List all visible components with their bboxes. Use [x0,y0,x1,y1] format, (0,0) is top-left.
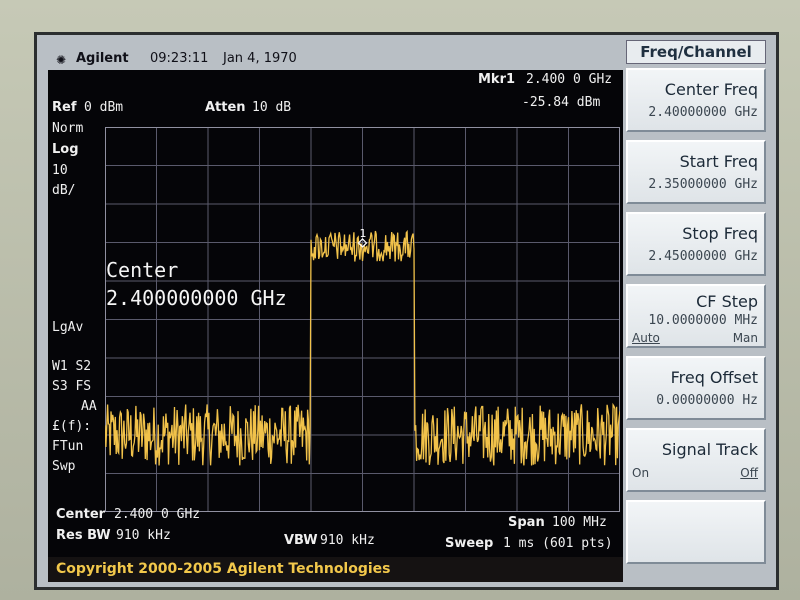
footer-sweep-label: Sweep [445,536,494,551]
clock-time: 09:23:11 [150,51,209,66]
footer-resbw-value: 910 kHz [116,528,171,543]
spectrum-display: Ref 0 dBm Atten 10 dB Mkr1 2.400 0 GHz -… [48,70,623,557]
cf-step-auto-option: Auto [632,331,660,345]
blank-softkey[interactable] [626,500,766,564]
start-freq-softkey[interactable]: Start Freq 2.35000000 GHz [626,140,766,204]
stop-freq-value: 2.45000000 GHz [648,249,758,264]
footer-vbw-label: VBW [284,533,318,548]
cf-step-man-option: Man [732,331,758,345]
averaging-lgav: LgAv [52,320,84,335]
center-annotation-value: 2.400000000 GHz [106,286,287,310]
scale-value: 10 [52,163,68,178]
trace-aa: AA [81,399,97,414]
menu-title: Freq/Channel [626,40,766,64]
gridlines [105,127,620,512]
trace-ftun: FTun [52,439,84,454]
center-annotation-title: Center [106,258,179,282]
signal-track-softkey[interactable]: Signal Track On Off [626,428,766,492]
marker-level: -25.84 dBm [522,95,601,110]
center-freq-value: 2.40000000 GHz [648,105,758,120]
stop-freq-label: Stop Freq [682,224,758,243]
title-bar: ✺ Agilent 09:23:11 Jan 4, 1970 [48,48,623,70]
footer-sweep-value: 1 ms (601 pts) [503,536,613,551]
cf-step-value: 10.0000000 MHz [648,313,758,328]
softkey-panel: Freq/Channel Center Freq 2.40000000 GHz … [624,40,770,580]
atten-label: Atten [205,100,246,115]
clock-date: Jan 4, 1970 [223,51,297,66]
freq-offset-label: Freq Offset [670,368,758,387]
center-freq-label: Center Freq [664,80,758,99]
trace-w1s2: W1 S2 [52,359,92,374]
footer-resbw-label: Res BW [56,528,111,543]
copyright-bar: Copyright 2000-2005 Agilent Technologies [48,557,623,582]
marker-label: Mkr1 [478,72,516,87]
copyright-text: Copyright 2000-2005 Agilent Technologies [56,561,391,577]
trace-s3fs: S3 FS [52,379,92,394]
footer-center-label: Center [56,507,106,522]
signal-track-on-option: On [632,466,650,480]
marker-number: 1 [360,227,367,240]
freq-offset-softkey[interactable]: Freq Offset 0.00000000 Hz [626,356,766,420]
trace-ff: £(f): [52,419,92,434]
cf-step-label: CF Step [696,292,758,311]
atten-value: 10 dB [252,100,292,115]
agilent-logo-icon: ✺ [56,53,67,67]
footer-span-label: Span [508,515,545,530]
detector-norm: Norm [52,121,84,136]
marker-frequency: 2.400 0 GHz [526,72,613,87]
footer-span-value: 100 MHz [552,515,607,530]
scale-type-log: Log [52,142,79,157]
start-freq-label: Start Freq [679,152,758,171]
brand-name: Agilent [76,51,129,66]
ref-label: Ref [52,100,77,115]
cf-step-softkey[interactable]: CF Step 10.0000000 MHz Auto Man [626,284,766,348]
start-freq-value: 2.35000000 GHz [648,177,758,192]
signal-track-off-option: Off [740,466,758,480]
footer-center-value: 2.400 0 GHz [114,507,201,522]
graticule: 1 [105,127,620,512]
trace-swp: Swp [52,459,76,474]
center-freq-softkey[interactable]: Center Freq 2.40000000 GHz [626,68,766,132]
scale-unit: dB/ [52,183,76,198]
ref-value: 0 dBm [84,100,124,115]
signal-track-label: Signal Track [661,440,758,459]
footer-vbw-value: 910 kHz [320,533,375,548]
stop-freq-softkey[interactable]: Stop Freq 2.45000000 GHz [626,212,766,276]
freq-offset-value: 0.00000000 Hz [656,393,758,408]
